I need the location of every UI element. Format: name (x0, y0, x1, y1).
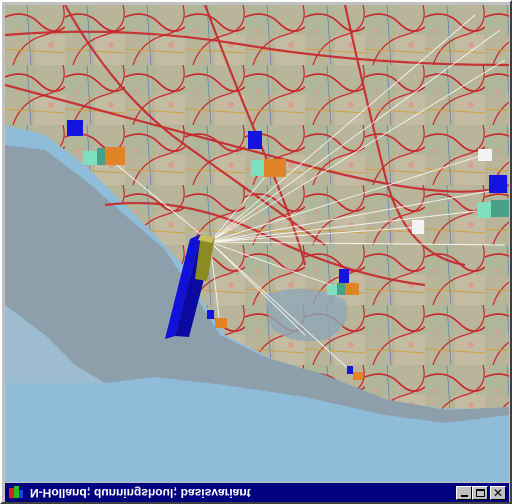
minimize-button[interactable] (456, 485, 472, 500)
window-controls: ✕ (456, 485, 506, 500)
map-3d-viewport[interactable] (5, 5, 509, 482)
app-logo-icon[interactable] (8, 485, 24, 501)
minimize-icon (460, 494, 468, 497)
app-window: N-Holland; dunningshoul; basisvariant ✕ (0, 0, 512, 504)
close-icon: ✕ (492, 485, 504, 500)
window-title: N-Holland; dunningshoul; basisvariant (30, 485, 251, 500)
maximize-button[interactable] (472, 485, 488, 500)
close-button[interactable]: ✕ (490, 485, 506, 500)
maximize-icon (475, 488, 485, 497)
map-scene[interactable] (5, 5, 509, 482)
title-bar[interactable]: N-Holland; dunningshoul; basisvariant ✕ (5, 483, 509, 502)
